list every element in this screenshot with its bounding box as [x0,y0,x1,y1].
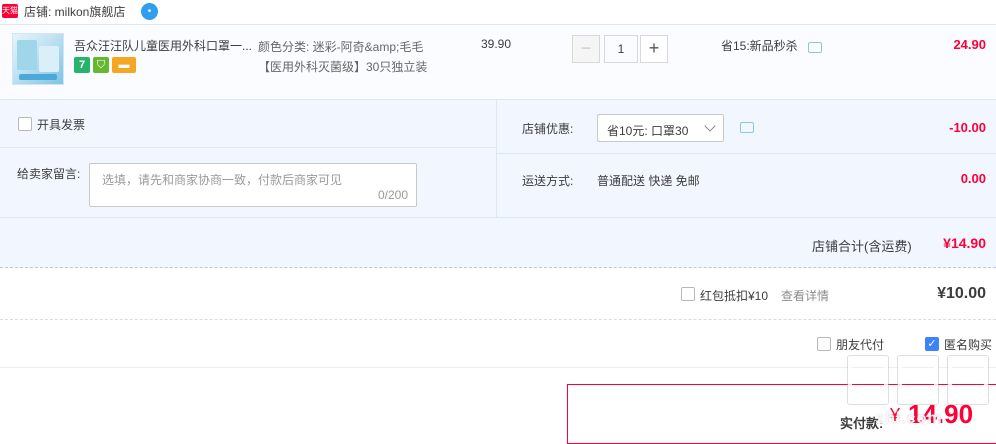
credit-card-payment-icon[interactable]: ▬ [112,57,136,73]
friend-pay-checkbox[interactable] [817,337,831,351]
memo-label: 给卖家留言: [17,167,81,181]
order-item-row: 吾众汪汪队儿童医用外科口罩一... 7 ⛉ ▬ 颜色分类: 迷彩-阿奇&amp;… [0,24,996,100]
shipping-amount: 0.00 [960,171,986,186]
wangwang-chat-icon[interactable]: • [141,3,158,20]
invoice-section: 开具发票 [0,100,497,148]
promotion-info-icon[interactable] [808,42,822,53]
shop-total-label: 店铺合计(含运费) [812,239,912,254]
item-subtotal: 24.90 [953,37,986,52]
memo-char-count: 0/200 [377,188,408,202]
memo-textarea[interactable]: 选填，请先和商家协商一致，付款后商家可见 0/200 [89,163,417,207]
guarantee-shield-icon[interactable]: ⛉ [93,57,109,73]
shipping-method: 普通配送 快递 免邮 [597,174,700,188]
shop-header: 天猫 店铺: milkon旗舰店 • [0,0,996,24]
seven-day-return-icon[interactable]: 7 [74,57,90,73]
promotion-text: 省15:新品秒杀 [721,39,798,53]
quantity-input[interactable]: 1 [604,35,638,63]
shop-discount-selected: 省10元: 口罩30 [607,124,689,138]
product-thumbnail[interactable] [12,33,64,85]
red-packet-label[interactable]: 红包抵扣¥10 [700,287,768,304]
order-options-panel: 开具发票 给卖家留言: 选填，请先和商家协商一致，付款后商家可见 0/200 店… [0,100,996,218]
chevron-down-icon [704,120,716,132]
pay-amount: 14.90 [908,399,974,429]
discount-info-icon[interactable] [740,122,754,133]
red-packet-row: 红包抵扣¥10 查看详情 ¥10.00 [0,268,996,320]
pay-label: 实付款: [840,416,884,431]
shop-total-value: ¥14.90 [943,235,986,251]
payer-options-row: 朋友代付 ✓ 匿名购买 [0,320,996,368]
anonymous-purchase-checkbox[interactable]: ✓ [925,337,939,351]
shop-name-link[interactable]: 店铺: milkon旗舰店 [24,3,125,20]
pay-currency: ¥ [890,405,901,425]
memo-placeholder: 选填，请先和商家协商一致，付款后商家可见 [102,173,343,187]
shop-discount-select[interactable]: 省10元: 口罩30 [597,114,724,142]
tmall-logo-icon: 天猫 [2,4,18,18]
payment-summary-box: 实付款: ¥ 14.90 [567,384,996,444]
product-title-link[interactable]: 吾众汪汪队儿童医用外科口罩一... [74,37,254,54]
friend-pay-label[interactable]: 朋友代付 [836,336,884,353]
sku-package: 【医用外科灭菌级】30只独立装 [258,60,428,74]
invoice-label[interactable]: 开具发票 [37,116,85,133]
invoice-checkbox[interactable] [18,117,32,131]
quantity-decrease-button[interactable]: − [572,35,600,63]
shipping-label: 运送方式: [522,174,574,188]
anonymous-purchase-label[interactable]: 匿名购买 [944,336,992,353]
shop-discount-amount: -10.00 [949,120,986,135]
red-packet-amount: ¥10.00 [937,285,986,302]
red-packet-details-link[interactable]: 查看详情 [781,287,829,304]
shop-total-row: 店铺合计(含运费) ¥14.90 [0,218,996,268]
unit-price: 39.90 [481,37,512,51]
sku-color: 颜色分类: 迷彩-阿奇&amp;毛毛 [258,40,424,54]
quantity-increase-button[interactable]: + [640,35,668,63]
shop-discount-label: 店铺优惠: [522,122,574,136]
red-packet-checkbox[interactable] [681,287,695,301]
